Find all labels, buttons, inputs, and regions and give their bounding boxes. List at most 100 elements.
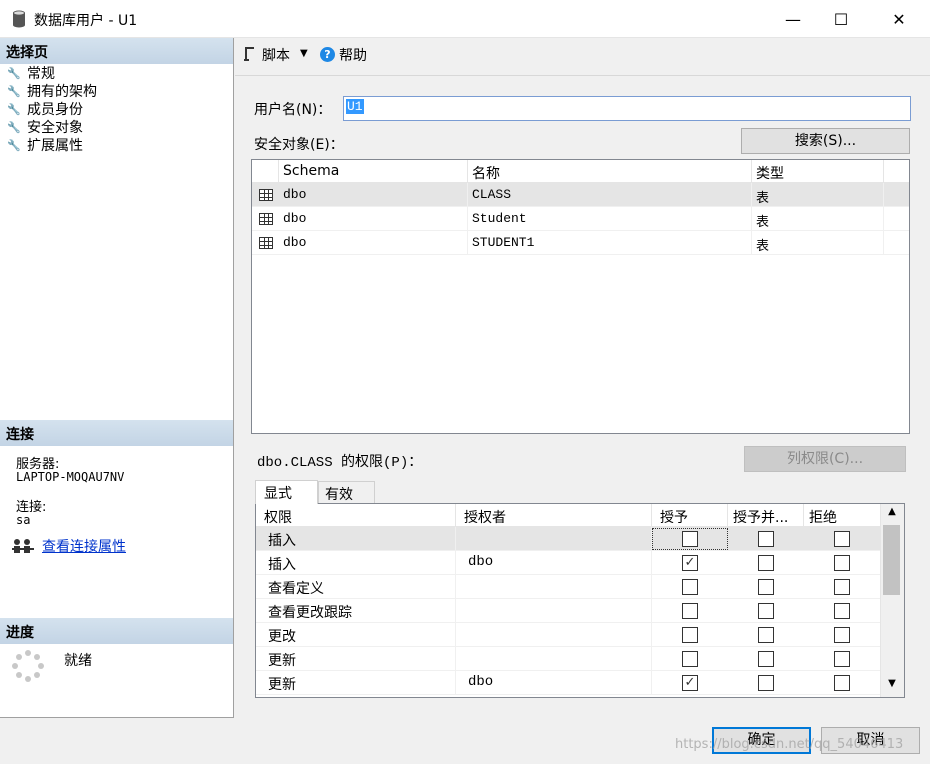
name-cell: CLASS [468,183,752,207]
view-connection-properties-link[interactable]: 查看连接属性 [42,536,126,556]
minimize-button[interactable]: — [770,0,816,38]
grantor-cell [456,623,652,647]
deny-checkbox[interactable] [834,627,850,643]
with-grant-checkbox[interactable] [758,627,774,643]
wrench-icon: 🔧 [7,138,21,152]
scroll-up-icon[interactable]: ▲ [881,506,903,522]
username-label: 用户名(N)： [254,102,332,118]
type-cell: 表 [752,183,884,207]
with-grant-checkbox[interactable] [758,651,774,667]
wrench-icon: 🔧 [7,66,21,80]
page-item-label: 拥有的架构 [27,84,97,100]
table-row[interactable]: 查看更改跟踪 [256,599,881,623]
table-row[interactable]: dbo CLASS 表 [252,183,909,207]
column-header-grant[interactable]: 授予 [652,504,728,527]
with-grant-checkbox[interactable] [758,603,774,619]
permission-cell: 查看定义 [256,575,456,599]
securables-label: 安全对象(E)： [254,137,344,153]
page-item-label: 常规 [27,66,55,82]
help-button[interactable]: 帮助 [339,45,367,65]
permission-cell: 查看更改跟踪 [256,599,456,623]
table-row[interactable]: 更新 dbo ✓ [256,671,881,695]
schema-cell: dbo [279,231,468,255]
column-permissions-button[interactable]: 列权限(C)... [744,446,906,472]
grant-checkbox[interactable] [682,531,698,547]
deny-checkbox[interactable] [834,579,850,595]
wrench-icon: 🔧 [7,84,21,98]
table-row[interactable]: 更改 [256,623,881,647]
maximize-button[interactable]: ☐ [818,0,864,38]
table-icon [259,189,273,201]
column-header-schema[interactable]: Schema [279,160,468,183]
with-grant-checkbox[interactable] [758,675,774,691]
deny-checkbox[interactable] [834,555,850,571]
page-item-label: 安全对象 [27,120,83,136]
column-header-permission[interactable]: 权限 [256,504,456,527]
database-icon [13,10,25,28]
with-grant-checkbox[interactable] [758,579,774,595]
table-row[interactable]: dbo Student 表 [252,207,909,231]
with-grant-checkbox[interactable] [758,555,774,571]
table-row[interactable]: 插入 dbo ✓ [256,551,881,575]
column-header-type[interactable]: 类型 [752,160,884,183]
tab-explicit[interactable]: 显式 [255,480,318,504]
chevron-down-icon[interactable]: ▼ [300,48,308,59]
column-header-with-grant[interactable]: 授予并... [728,504,804,527]
type-cell: 表 [752,231,884,255]
help-icon[interactable]: ? [320,47,335,62]
scroll-down-icon[interactable]: ▼ [881,678,903,694]
deny-checkbox[interactable] [834,675,850,691]
grant-checkbox[interactable] [682,627,698,643]
page-item-membership[interactable]: 🔧 成员身份 [7,100,83,118]
deny-checkbox[interactable] [834,531,850,547]
grantor-cell [456,647,652,671]
grant-checkbox[interactable] [682,651,698,667]
column-header-grantor[interactable]: 授权者 [456,504,652,527]
type-cell: 表 [752,207,884,231]
table-row[interactable]: 插入 [256,527,881,551]
search-button[interactable]: 搜索(S)... [741,128,910,154]
page-item-general[interactable]: 🔧 常规 [7,64,55,82]
grantor-cell [456,575,652,599]
deny-checkbox[interactable] [834,651,850,667]
with-grant-checkbox[interactable] [758,531,774,547]
connection-value: sa [16,513,31,527]
progress-header: 进度 [0,618,233,644]
script-button[interactable]: 脚本 [262,45,290,65]
select-page-header: 选择页 [0,38,233,64]
table-row[interactable]: 更新 [256,647,881,671]
wrench-icon: 🔧 [7,120,21,134]
table-row[interactable]: dbo STUDENT1 表 [252,231,909,255]
grant-checkbox[interactable]: ✓ [682,675,698,691]
left-panel: 选择页 🔧 常规 🔧 拥有的架构 🔧 成员身份 🔧 安全对象 🔧 扩展属性 连接… [0,38,234,718]
page-item-label: 成员身份 [27,102,83,118]
table-row[interactable]: 查看定义 [256,575,881,599]
close-button[interactable]: ✕ [876,0,922,38]
column-header-filler [884,160,909,183]
permission-cell: 插入 [256,527,456,551]
column-header-name[interactable]: 名称 [468,160,752,183]
name-cell: STUDENT1 [468,231,752,255]
grantor-cell: dbo [456,551,652,575]
script-icon[interactable] [242,46,256,62]
scroll-thumb[interactable] [883,525,900,595]
username-value: U1 [346,99,364,114]
tab-effective[interactable]: 有效 [318,481,375,503]
page-item-label: 扩展属性 [27,138,83,154]
grant-checkbox[interactable]: ✓ [682,555,698,571]
column-header-deny[interactable]: 拒绝 [804,504,881,527]
permissions-table: 权限 授权者 授予 授予并... 拒绝 插入 插入 dbo ✓ 查看定义 查看更… [255,503,905,698]
page-item-securables[interactable]: 🔧 安全对象 [7,118,83,136]
grant-checkbox[interactable] [682,579,698,595]
table-icon [259,237,273,249]
page-item-extended-properties[interactable]: 🔧 扩展属性 [7,136,83,154]
wrench-icon: 🔧 [7,102,21,116]
permission-cell: 更改 [256,623,456,647]
page-item-owned-schemas[interactable]: 🔧 拥有的架构 [7,82,97,100]
column-header-icon [252,160,279,183]
deny-checkbox[interactable] [834,603,850,619]
username-input[interactable]: U1 [343,96,911,121]
permission-cell: 更新 [256,671,456,695]
grant-checkbox[interactable] [682,603,698,619]
watermark: https://blog.csdn.net/qq_54046413 [675,737,904,752]
